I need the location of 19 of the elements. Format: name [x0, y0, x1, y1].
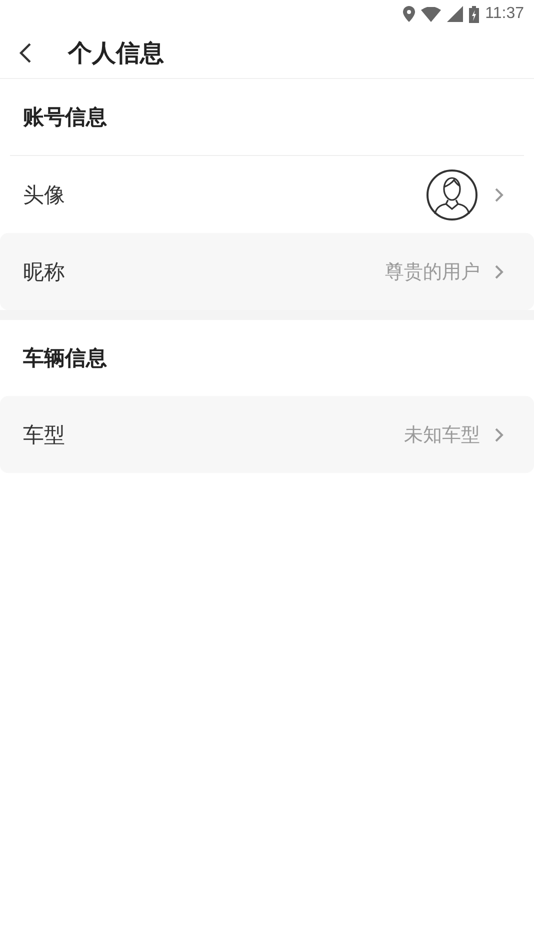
section-title: 车辆信息 — [22, 345, 108, 372]
row-value: 未知车型 — [404, 422, 480, 448]
battery-icon — [469, 6, 480, 22]
location-icon — [403, 6, 416, 22]
chevron-right-icon — [494, 186, 504, 202]
page-title: 个人信息 — [68, 38, 164, 69]
chevron-right-icon — [494, 264, 504, 280]
settings-row[interactable]: 昵称 尊贵的用户 — [0, 233, 534, 310]
row-label: 昵称 — [23, 258, 66, 286]
chevron-right-icon — [494, 426, 504, 442]
settings-row[interactable]: 车型 未知车型 — [0, 396, 534, 473]
wifi-icon — [421, 6, 442, 22]
row-label: 头像 — [23, 182, 66, 208]
row-value: 尊贵的用户 — [385, 260, 480, 284]
avatar-icon — [426, 168, 478, 220]
signal-icon — [447, 6, 464, 22]
back-button[interactable] — [18, 41, 34, 65]
row-label: 车型 — [23, 422, 66, 448]
status-time: 11:37 — [485, 5, 524, 23]
